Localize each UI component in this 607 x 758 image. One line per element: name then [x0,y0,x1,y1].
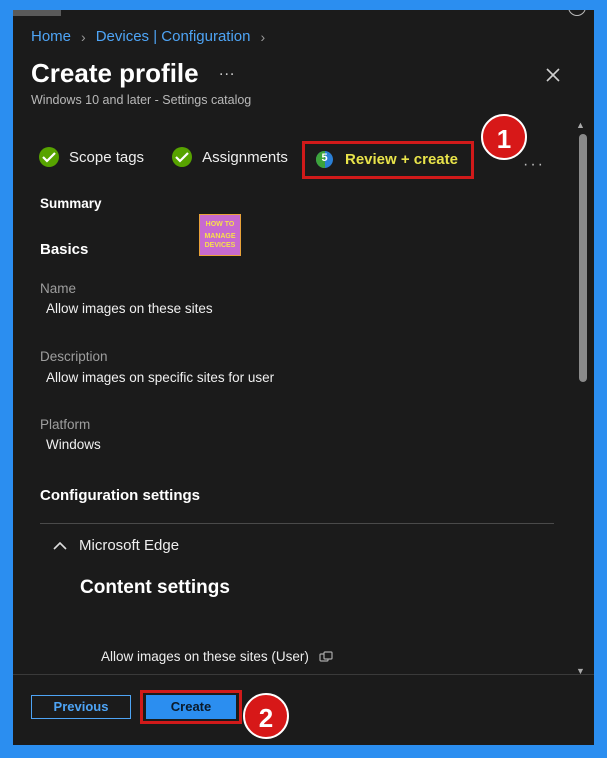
previous-button[interactable]: Previous [31,695,131,719]
step-assignments[interactable]: Assignments [172,147,288,167]
create-button[interactable]: Create [146,695,236,719]
configuration-settings-heading: Configuration settings [40,487,200,504]
annotation-badge-2: 2 [243,693,289,739]
divider [40,523,554,524]
vertical-scrollbar[interactable]: ▲ ▼ [576,120,590,676]
platform-label: Platform [40,417,91,432]
window-control-icon[interactable] [568,10,586,16]
description-value: Allow images on specific sites for user [46,370,275,385]
scrollbar-thumb[interactable] [579,134,587,382]
checkmark-icon [39,147,59,167]
breadcrumb-home[interactable]: Home [31,28,71,45]
category-label: Microsoft Edge [79,537,180,554]
footer-divider [13,674,594,675]
step-label: Assignments [202,148,288,166]
name-label: Name [40,281,77,296]
summary-heading: Summary [40,196,102,211]
close-icon[interactable] [542,64,564,86]
annotation-badge-1: 1 [481,114,527,160]
platform-value: Windows [46,437,101,452]
setting-label: Allow images on these sites (User) [101,649,309,664]
microsoft-edge-toggle[interactable]: Microsoft Edge [53,537,179,554]
step-label: Review + create [345,151,458,168]
name-value: Allow images on these sites [46,301,213,316]
breadcrumb: Home › Devices | Configuration › [31,28,275,45]
chevron-right-icon: › [260,28,266,45]
breadcrumb-devices-configuration[interactable]: Devices | Configuration [96,28,251,45]
step-label: Scope tags [69,148,145,166]
step-review-create[interactable]: 5 Review + create [316,151,458,168]
more-options-button[interactable]: ... [219,62,235,80]
step-number-icon: 5 [316,151,333,168]
description-label: Description [40,349,108,364]
scroll-up-icon[interactable]: ▲ [576,120,585,130]
page-title: Create profile [31,58,199,88]
wizard-steps: Scope tags Assignments [39,147,316,167]
steps-more-icon[interactable]: ··· [523,156,545,174]
top-strip [13,10,61,16]
chevron-right-icon: › [81,28,86,45]
how-to-manage-devices-logo: HOW TO MANAGE DEVICES [199,214,241,256]
checkmark-icon [172,147,193,167]
basics-heading: Basics [40,241,89,258]
info-icon[interactable] [319,650,333,663]
content-settings-heading: Content settings [80,577,230,598]
step-scope-tags[interactable]: Scope tags [39,147,144,167]
setting-row: Allow images on these sites (User) [101,649,333,664]
page-subtitle: Windows 10 and later - Settings catalog [31,93,252,107]
chevron-up-icon [53,541,67,550]
